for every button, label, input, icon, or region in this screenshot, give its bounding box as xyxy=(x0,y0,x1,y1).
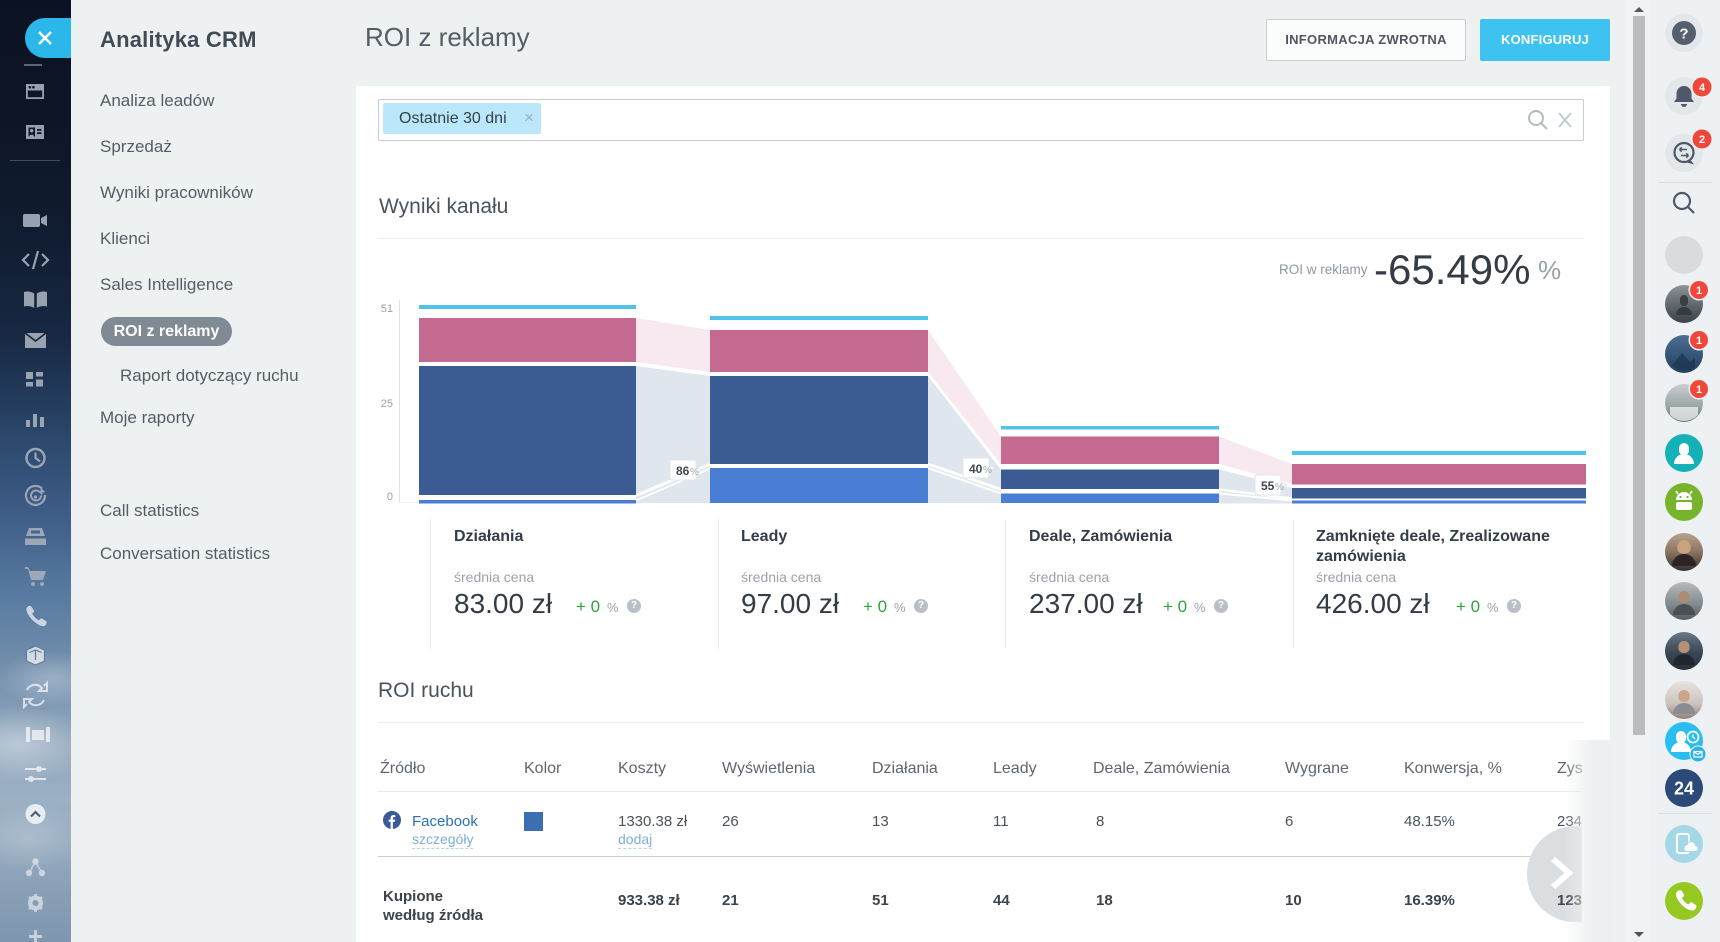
svg-text:%: % xyxy=(983,465,992,476)
svg-text:25: 25 xyxy=(381,398,393,410)
svg-text:24: 24 xyxy=(1674,779,1694,799)
svg-text:1: 1 xyxy=(1696,285,1702,297)
svg-text:4: 4 xyxy=(1699,82,1706,94)
svg-text:55: 55 xyxy=(1261,479,1275,493)
svg-text:2: 2 xyxy=(1699,134,1705,146)
svg-text:1: 1 xyxy=(1696,335,1702,347)
svg-text:86: 86 xyxy=(676,464,690,478)
svg-text:40: 40 xyxy=(969,462,983,476)
svg-text:%: % xyxy=(1275,482,1284,493)
svg-text:?: ? xyxy=(1679,26,1688,43)
svg-text:1: 1 xyxy=(1696,384,1702,396)
svg-text:%: % xyxy=(690,467,699,478)
svg-text:51: 51 xyxy=(381,303,393,315)
svg-text:0: 0 xyxy=(387,491,393,503)
